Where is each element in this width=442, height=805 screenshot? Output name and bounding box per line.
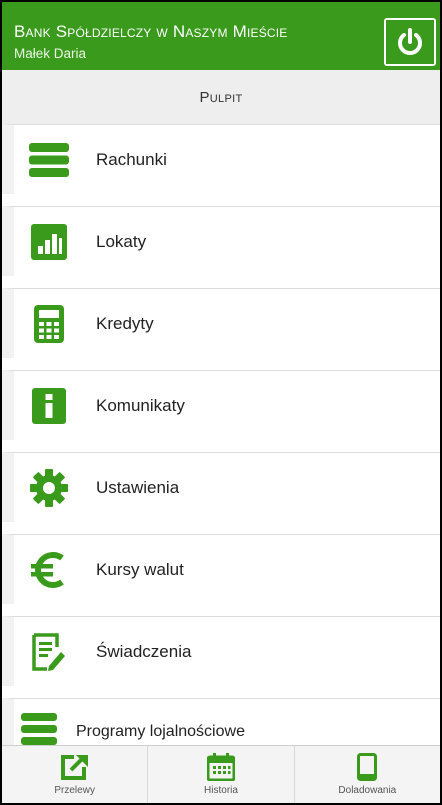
tab-label: Doladowania <box>338 785 397 796</box>
menu-item-komunikaty[interactable]: Komunikaty <box>2 370 440 440</box>
transfer-icon <box>60 755 88 780</box>
tab-doladowania[interactable]: Doladowania <box>295 746 440 803</box>
logout-button[interactable] <box>384 18 436 66</box>
tab-historia[interactable]: Historia <box>148 746 295 803</box>
menu-item-ustawienia[interactable]: Ustawienia <box>2 452 440 522</box>
calendar-icon <box>206 753 235 781</box>
menu-item-label: Ustawienia <box>96 477 180 497</box>
app-screen: Bank Spółdzielczy w Naszym Mieście Małek… <box>0 0 442 805</box>
power-icon <box>398 28 422 55</box>
menu-item-label: Komunikaty <box>96 395 185 415</box>
bank-name-text: Bank Spółdzielczy w Naszym Mieście <box>14 22 288 41</box>
menu-item-lokaty[interactable]: Lokaty <box>2 206 440 276</box>
menu-item-kredyty[interactable]: Kredyty <box>2 288 440 358</box>
phone-icon <box>357 753 378 781</box>
list-icon <box>29 142 69 177</box>
bottom-nav: Przelewy Historia Doladowania <box>2 745 440 803</box>
list-icon <box>21 713 57 745</box>
menu-item-kursy-walut[interactable]: Kursy walut <box>2 534 440 604</box>
tab-label: Historia <box>204 785 238 796</box>
bar-chart-icon <box>31 223 67 260</box>
user-name: Małek Daria <box>14 46 87 61</box>
document-edit-icon <box>32 632 65 671</box>
gear-icon <box>30 468 68 507</box>
menu-item-label: Programy lojalnościowe <box>76 723 245 740</box>
euro-icon <box>31 551 64 588</box>
menu-item-rachunki[interactable]: Rachunki <box>2 124 440 194</box>
bank-name: Bank Spółdzielczy w Naszym Mieście <box>14 22 288 42</box>
tab-przelewy[interactable]: Przelewy <box>2 746 149 803</box>
app-header: Bank Spółdzielczy w Naszym Mieście Małek… <box>2 2 440 70</box>
info-icon <box>32 387 66 424</box>
menu-item-label: Rachunki <box>96 149 167 169</box>
menu-item-label: Kursy walut <box>96 559 184 579</box>
section-title: Pulpit <box>2 70 440 124</box>
section-title-text: Pulpit <box>199 88 243 106</box>
calculator-icon <box>34 304 64 343</box>
menu-item-label: Lokaty <box>96 231 147 251</box>
menu-item-swiadczenia[interactable]: Świadczenia <box>2 616 440 686</box>
menu-item-label: Świadczenia <box>96 641 192 661</box>
tab-label: Przelewy <box>54 785 95 796</box>
menu-item-label: Kredyty <box>96 313 154 333</box>
